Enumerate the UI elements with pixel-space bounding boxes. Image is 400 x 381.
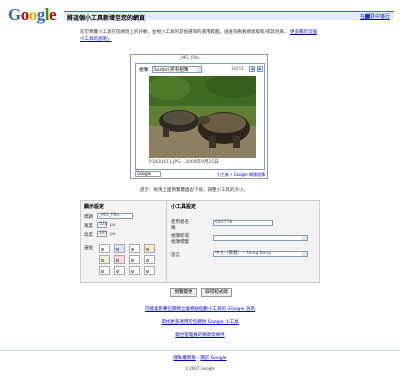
prev-photo-button[interactable]: ◀ <box>249 66 255 72</box>
width-input[interactable]: 320 <box>97 222 108 228</box>
height-unit: px <box>110 232 116 237</box>
gadget-settings: 小工具設定 使用者名稱 600778 相簿影或 相簿標籤 語言 中文（繁體） -… <box>168 201 320 282</box>
footer-divider <box>0 350 400 351</box>
preview-title: _MG_fille... <box>179 56 204 61</box>
swatch-radio[interactable] <box>146 259 149 262</box>
swatch-radio[interactable] <box>101 270 104 273</box>
settings-panel: 顯示設定 標題 _MG_fille... 寬度 320 px 高度 281 px… <box>80 200 320 283</box>
swatch-radio[interactable] <box>131 270 134 273</box>
privacy-link[interactable]: 隱私權政策 <box>173 356 196 361</box>
tortoise-photo <box>149 76 256 158</box>
border-swatch[interactable] <box>144 255 155 264</box>
language-label: 語言 <box>171 253 180 258</box>
display-settings: 顯示設定 標題 _MG_fille... 寬度 320 px 高度 281 px… <box>81 201 167 282</box>
about-google-link[interactable]: 關於 Google <box>200 356 226 361</box>
google-logo[interactable]: Google <box>8 6 57 23</box>
page-title: 將這個小工具新增至您的網頁 <box>67 15 146 22</box>
height-input[interactable]: 281 <box>97 231 108 237</box>
border-swatch[interactable] <box>114 266 125 275</box>
intro-text: 您可預覽小工具在您網頁上的外觀，並視小工具的其他選項的運用範圍，請查詢看看網頁版… <box>80 30 317 42</box>
swatch-radio[interactable] <box>116 270 119 273</box>
help-link[interactable]: 在網頁中進行 <box>360 13 390 20</box>
gadget-settings-heading: 小工具設定 <box>171 204 197 210</box>
border-swatch[interactable] <box>99 266 110 275</box>
get-code-button[interactable]: 取得程式碼 <box>201 288 232 297</box>
copyright: ©2007 Google <box>185 366 215 371</box>
title-input[interactable]: _MG_fille... <box>97 213 133 219</box>
width-unit: px <box>110 223 116 228</box>
display-settings-heading: 顯示設定 <box>84 204 105 210</box>
more-gadgets-link[interactable]: 尋找更多適用於您網頁 Google 小工具 <box>0 319 400 325</box>
next-photo-button[interactable]: ▶ <box>257 66 263 72</box>
border-label: 邊框 <box>84 246 93 251</box>
page-counter: 10/51 <box>231 67 244 72</box>
swatch-radio[interactable] <box>101 248 104 251</box>
border-swatch[interactable] <box>99 255 110 264</box>
border-swatch[interactable] <box>144 244 155 253</box>
height-label: 高度 <box>84 233 93 238</box>
username-input[interactable]: 600778 <box>213 220 273 226</box>
igoogle-link[interactable]: 可能會影響已關閉立會網站個數小工具的 iGoogle 首頁 <box>0 306 400 312</box>
username-label: 使用者名稱 <box>171 220 189 231</box>
language-select[interactable]: 中文（繁體） - Hong Kong <box>213 251 308 257</box>
swatch-radio[interactable] <box>146 270 149 273</box>
header-bar: 將這個小工具新增至您的網頁 在網頁中進行 <box>64 11 394 22</box>
google-badge[interactable]: Google <box>135 171 161 177</box>
gadget-frame: 相簿 Sorted 所有相簿 10/51 ◀ ▶ P1020411.JPG - <box>135 63 265 170</box>
gadget-footer: Google 小工具 • Google 網路相簿 <box>135 171 265 179</box>
title-label: 標題 <box>84 215 93 220</box>
width-label: 寬度 <box>84 224 93 229</box>
border-swatch[interactable] <box>99 244 110 253</box>
photo-image[interactable] <box>149 76 256 158</box>
swatch-radio[interactable] <box>131 248 134 251</box>
preview-changes-button[interactable]: 預覽變更 <box>170 288 197 297</box>
border-swatch[interactable] <box>114 255 125 264</box>
swatch-radio[interactable] <box>116 259 119 262</box>
swatch-radio[interactable] <box>116 248 119 251</box>
album-tag-label: 相簿影或 相簿標籤 <box>171 234 189 245</box>
border-swatch[interactable] <box>129 266 140 275</box>
border-swatch[interactable] <box>129 255 140 264</box>
album-label: 相簿 <box>139 68 148 73</box>
album-tag-select[interactable] <box>213 235 308 241</box>
album-select[interactable]: Sorted 所有相簿 <box>152 66 202 73</box>
gadget-links[interactable]: 小工具 • Google 網路相簿 <box>217 172 265 178</box>
resize-hint: 提示：拖曳上面預覽畫面右下角，調整小工具的大小。 <box>140 188 248 193</box>
footer-links: 隱私權政策 - 關於 Google <box>0 355 400 361</box>
swatch-radio[interactable] <box>146 248 149 251</box>
gadget-preview: _MG_fille... 相簿 Sorted 所有相簿 10/51 ◀ ▶ P1… <box>130 54 268 179</box>
swatch-radio[interactable] <box>131 259 134 262</box>
swatch-radio[interactable] <box>101 259 104 262</box>
border-swatch[interactable] <box>114 244 125 253</box>
photo-caption: P1020411.JPG - 2009年9月25日 <box>149 160 219 165</box>
terms-link[interactable]: 總合管理員的條款及條件 <box>0 332 400 338</box>
border-swatch[interactable] <box>129 244 140 253</box>
border-swatch[interactable] <box>144 266 155 275</box>
